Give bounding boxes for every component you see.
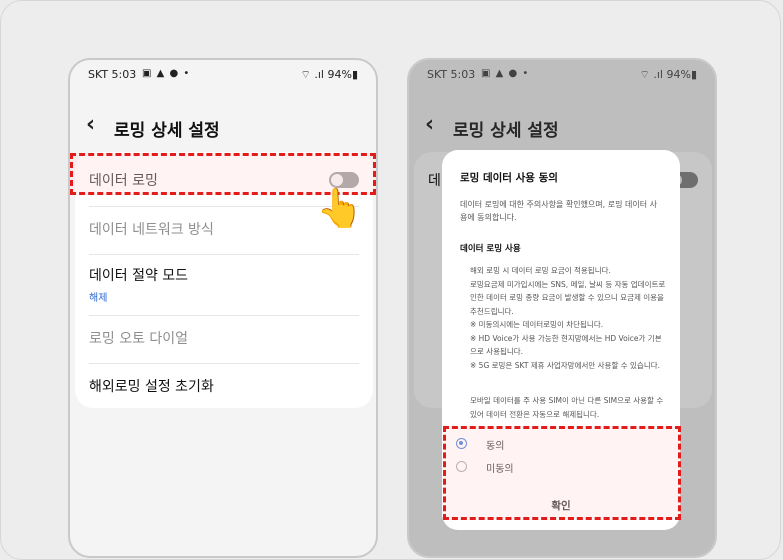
body-line: ※ HD Voice가 사용 가능한 현지망에서는 HD Voice가 기본으로… (470, 333, 662, 357)
page-title: 로밍 상세 설정 (114, 121, 220, 141)
setting-label: 로밍 오토 다이얼 (89, 331, 189, 347)
setting-roaming-auto-dial: 로밍 오토 다이얼 (89, 328, 359, 348)
pointing-hand-icon: 👆 (316, 186, 364, 230)
back-icon[interactable]: ‹ (86, 112, 95, 137)
status-bar: SKT 5:03 ▣ ▲ ● • ⌔ .ıl 94%▮ (70, 68, 376, 84)
dialog-intro: 데이터 로밍에 대한 주의사항을 확인했으며, 로밍 데이터 사용에 동의합니다… (460, 200, 657, 222)
dialog-section-title: 데이터 로밍 사용 (460, 244, 521, 254)
setting-label: 데이터 절약 모드 (89, 268, 189, 284)
body-line: ※ 5G 로밍은 SKT 제휴 사업자망에서만 사용할 수 있습니다. (470, 360, 661, 370)
tutorial-card: SKT 5:03 ▣ ▲ ● • ⌔ .ıl 94%▮ ‹ 로밍 상세 설정 데… (0, 0, 781, 560)
signal-battery-indicator: ⌔ .ıl 94%▮ (300, 68, 358, 81)
body-line: ※ 미동의시에는 데이터로밍이 차단됩니다. (470, 320, 604, 329)
divider (89, 254, 359, 255)
phone-left: SKT 5:03 ▣ ▲ ● • ⌔ .ıl 94%▮ ‹ 로밍 상세 설정 데… (68, 58, 378, 558)
body-line: 해외 로밍 시 데이터 로밍 요금이 적용됩니다. (470, 266, 611, 275)
highlight-box (443, 426, 681, 520)
carrier-time: SKT 5:03 (88, 68, 137, 81)
setting-data-saver[interactable]: 데이터 절약 모드 해제 (89, 265, 359, 304)
divider (89, 315, 359, 316)
setting-reset-roaming[interactable]: 해외로밍 설정 초기화 (89, 376, 359, 396)
setting-label: 해외로밍 설정 초기화 (89, 379, 214, 395)
phone-right: SKT 5:03 ▣ ▲ ● • ⌔ .ıl 94%▮ ‹ 로밍 상세 설정 데… (407, 58, 717, 558)
setting-sub-status: 해제 (89, 293, 108, 304)
divider (89, 363, 359, 364)
dialog-footnote: 모바일 데이터를 주 사용 SIM이 아닌 다른 SIM으로 사용할 수 있어 … (470, 396, 664, 419)
dialog-title: 로밍 데이터 사용 동의 (460, 172, 558, 184)
body-line: 로밍요금제 미가입시에는 SNS, 메일, 날씨 등 자동 업데이트로 인한 데… (470, 279, 666, 316)
notification-icons: ▣ ▲ ● • (142, 68, 191, 79)
dialog-body: 해외 로밍 시 데이터 로밍 요금이 적용됩니다. 로밍요금제 미가입시에는 S… (470, 264, 666, 372)
